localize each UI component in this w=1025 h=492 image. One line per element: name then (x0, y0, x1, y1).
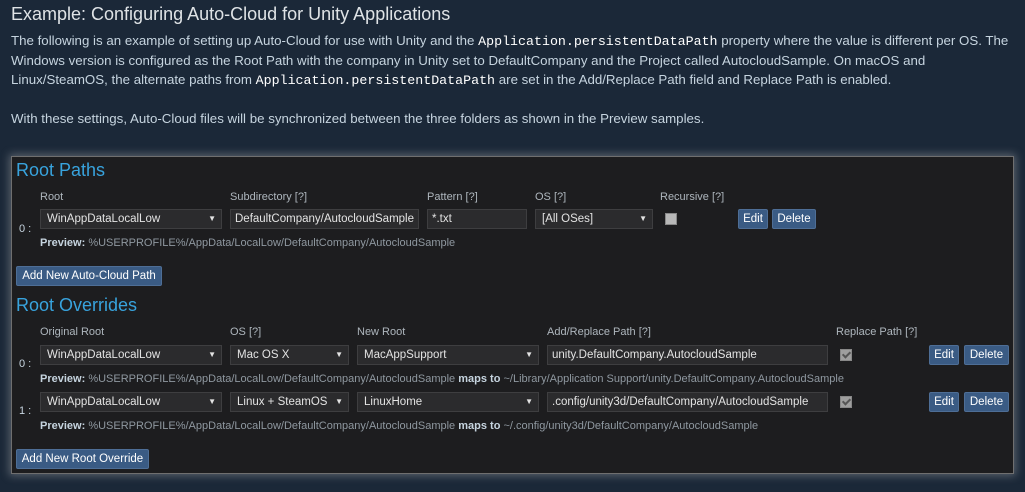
add-auto-cloud-path-button[interactable]: Add New Auto-Cloud Path (16, 266, 162, 286)
delete-button[interactable]: Delete (964, 345, 1009, 365)
page-title: Example: Configuring Auto-Cloud for Unit… (11, 4, 451, 24)
col-head-root: Root (40, 191, 64, 203)
original-root-select[interactable]: WinAppDataLocalLow ▼ (40, 392, 222, 412)
add-replace-path-input[interactable]: .config/unity3d/DefaultCompany/Autocloud… (547, 392, 828, 412)
original-root-value: WinAppDataLocalLow (47, 396, 161, 408)
new-root-select[interactable]: MacAppSupport ▼ (357, 345, 539, 365)
root-paths-title: Root Paths (16, 160, 106, 180)
row-index: 0 : (19, 358, 32, 370)
preview-source: %USERPROFILE%/AppData/LocalLow/DefaultCo… (88, 373, 456, 385)
edit-button[interactable]: Edit (929, 392, 959, 412)
row-index: 0 : (19, 223, 32, 235)
edit-button[interactable]: Edit (738, 209, 768, 229)
root-select[interactable]: WinAppDataLocalLow ▼ (40, 209, 222, 229)
add-replace-path-input[interactable]: unity.DefaultCompany.AutocloudSample (547, 345, 828, 365)
col-head-original-root: Original Root (40, 326, 105, 338)
override-os-select[interactable]: Linux + SteamOS ▼ (230, 392, 349, 412)
description-text: are set in the Add/Replace Path field an… (495, 72, 892, 87)
chevron-down-icon: ▼ (208, 397, 216, 406)
delete-button[interactable]: Delete (964, 392, 1009, 412)
override-os-value: Linux + SteamOS (237, 396, 328, 408)
col-head-replace-path[interactable]: Replace Path [?] (836, 326, 917, 338)
root-path-preview: Preview: %USERPROFILE%/AppData/LocalLow/… (40, 237, 455, 249)
autocloud-config-panel: Root Paths Root Subdirectory [?] Pattern… (11, 156, 1014, 474)
override-os-value: Mac OS X (237, 349, 290, 361)
chevron-down-icon: ▼ (208, 214, 216, 223)
description: The following is an example of setting u… (11, 31, 1011, 128)
edit-button[interactable]: Edit (929, 345, 959, 365)
code-persistent-data-path: Application.persistentDataPath (478, 34, 718, 49)
replace-path-checkbox[interactable] (840, 349, 852, 361)
maps-to-label: maps to (458, 373, 501, 385)
replace-path-checkbox[interactable] (840, 396, 852, 408)
col-head-recursive[interactable]: Recursive [?] (660, 191, 724, 203)
os-select[interactable]: [All OSes] ▼ (535, 209, 653, 229)
root-overrides-title: Root Overrides (16, 295, 138, 315)
col-head-os[interactable]: OS [?] (535, 191, 566, 203)
chevron-down-icon: ▼ (525, 350, 533, 359)
add-root-override-button[interactable]: Add New Root Override (16, 449, 149, 469)
original-root-value: WinAppDataLocalLow (47, 349, 161, 361)
row-index: 1 : (19, 405, 32, 417)
new-root-select[interactable]: LinuxHome ▼ (357, 392, 539, 412)
chevron-down-icon: ▼ (335, 350, 343, 359)
os-select-value: [All OSes] (542, 213, 594, 225)
preview-value: %USERPROFILE%/AppData/LocalLow/DefaultCo… (88, 237, 456, 249)
override-os-select[interactable]: Mac OS X ▼ (230, 345, 349, 365)
chevron-down-icon: ▼ (335, 397, 343, 406)
code-persistent-data-path: Application.persistentDataPath (255, 73, 496, 88)
col-head-add-replace-path[interactable]: Add/Replace Path [?] (547, 326, 651, 338)
preview-label: Preview: (40, 373, 86, 385)
new-root-value: LinuxHome (364, 396, 423, 408)
col-head-subdirectory[interactable]: Subdirectory [?] (230, 191, 307, 203)
chevron-down-icon: ▼ (639, 214, 647, 223)
col-head-override-os[interactable]: OS [?] (230, 326, 261, 338)
original-root-select[interactable]: WinAppDataLocalLow ▼ (40, 345, 222, 365)
delete-button[interactable]: Delete (772, 209, 816, 229)
description-text: The following is an example of setting u… (11, 33, 479, 48)
root-select-value: WinAppDataLocalLow (47, 213, 161, 225)
preview-source: %USERPROFILE%/AppData/LocalLow/DefaultCo… (88, 420, 456, 432)
recursive-checkbox[interactable] (665, 213, 677, 225)
subdirectory-input[interactable]: DefaultCompany/AutocloudSample (230, 209, 419, 229)
pattern-input[interactable]: *.txt (427, 209, 527, 229)
description-paragraph-1: The following is an example of setting u… (11, 31, 1011, 90)
chevron-down-icon: ▼ (208, 350, 216, 359)
col-head-new-root: New Root (357, 326, 406, 338)
col-head-pattern[interactable]: Pattern [?] (427, 191, 478, 203)
preview-target: ~/.config/unity3d/DefaultCompany/Autoclo… (503, 420, 759, 432)
new-root-value: MacAppSupport (364, 349, 447, 361)
preview-label: Preview: (40, 420, 86, 432)
preview-target: ~/Library/Application Support/unity.Defa… (503, 373, 844, 385)
chevron-down-icon: ▼ (525, 397, 533, 406)
description-paragraph-2: With these settings, Auto-Cloud files wi… (11, 111, 705, 126)
preview-label: Preview: (40, 237, 86, 249)
override-preview: Preview: %USERPROFILE%/AppData/LocalLow/… (40, 420, 758, 432)
maps-to-label: maps to (458, 420, 501, 432)
override-preview: Preview: %USERPROFILE%/AppData/LocalLow/… (40, 373, 844, 385)
